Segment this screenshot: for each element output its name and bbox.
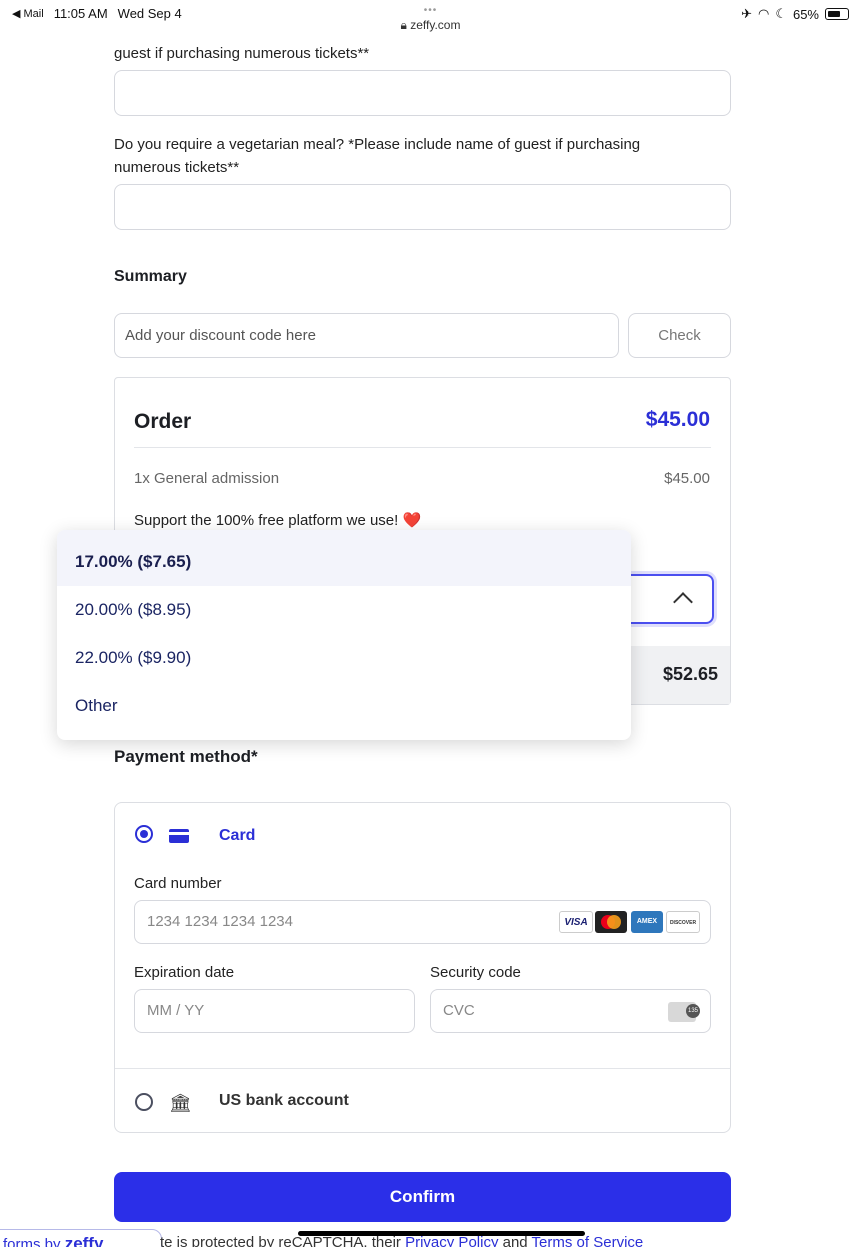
credit-card-icon [169, 829, 189, 843]
bank-option-label[interactable]: US bank account [219, 1092, 349, 1110]
vegetarian-answer-input[interactable] [114, 184, 731, 230]
vegetarian-question-label: Do you require a vegetarian meal? *Pleas… [114, 136, 641, 176]
payment-card: Card Card number 1234 1234 1234 1234 VIS… [114, 802, 731, 1133]
payment-divider [115, 1068, 730, 1069]
tip-option-17[interactable]: 17.00% ($7.65) [57, 530, 631, 586]
cvc-placeholder: CVC [443, 1002, 475, 1019]
mastercard-icon [595, 911, 627, 933]
card-number-input[interactable]: 1234 1234 1234 1234 VISA AMEX DISCOVER [134, 900, 711, 944]
cvc-card-icon [668, 1002, 700, 1022]
tip-option-20[interactable]: 20.00% ($8.95) [57, 586, 631, 634]
chevron-up-icon [673, 592, 693, 612]
card-number-placeholder: 1234 1234 1234 1234 [147, 913, 293, 930]
lock-icon: 🔒︎ [400, 18, 407, 32]
bank-radio[interactable] [135, 1093, 153, 1111]
card-number-label: Card number [134, 875, 222, 892]
home-indicator [298, 1231, 585, 1236]
discover-icon: DISCOVER [666, 911, 700, 933]
bank-icon: 🏛︎ [169, 1093, 192, 1113]
zeffy-logo: zeffy [64, 1234, 104, 1247]
url-text: zeffy.com [410, 18, 461, 32]
line-item-name: 1x General admission [134, 470, 280, 487]
airplane-icon: ✈ [741, 6, 752, 21]
tip-option-22[interactable]: 22.00% ($9.90) [57, 634, 631, 682]
moon-icon: ☾ [775, 6, 787, 21]
payment-method-title: Payment method* [114, 747, 258, 766]
summary-title: Summary [114, 268, 187, 285]
confirm-button[interactable]: Confirm [114, 1172, 731, 1222]
check-discount-button[interactable]: Check [628, 313, 731, 358]
support-label: Support the 100% free platform we use! [134, 512, 399, 529]
order-title: Order [134, 410, 192, 433]
support-platform-text: Support the 100% free platform we use! ❤… [134, 511, 421, 529]
tip-dropdown-menu: 17.00% ($7.65) 20.00% ($8.95) 22.00% ($9… [57, 530, 631, 740]
expiration-input[interactable]: MM / YY [134, 989, 415, 1033]
status-bar: ◀ Mail 11:05 AM Wed Sep 4 ••• 🔒︎ zeffy.c… [0, 0, 861, 46]
visa-icon: VISA [559, 911, 593, 933]
badge-prefix: forms by [3, 1236, 65, 1247]
cvc-input[interactable]: CVC [430, 989, 711, 1033]
order-divider [134, 447, 711, 448]
grand-total-value: $52.65 [662, 664, 718, 684]
status-right: ✈ ◠ ☾ 65% [741, 6, 849, 22]
card-radio[interactable] [135, 825, 153, 843]
address-bar[interactable]: ••• 🔒︎ zeffy.com [0, 4, 861, 32]
card-option-label[interactable]: Card [219, 827, 255, 845]
forms-by-zeffy-badge[interactable]: forms by zeffy [0, 1229, 162, 1247]
wifi-icon: ◠ [757, 6, 770, 21]
discount-code-input[interactable]: Add your discount code here [114, 313, 619, 358]
tip-option-other[interactable]: Other [57, 682, 631, 730]
battery-percent: 65% [792, 6, 819, 22]
order-total: $45.00 [645, 408, 710, 431]
amex-icon: AMEX [631, 911, 663, 933]
security-code-label: Security code [430, 964, 521, 981]
heart-icon: ❤️ [402, 512, 422, 529]
tab-dots-icon[interactable]: ••• [0, 4, 861, 18]
expiration-label: Expiration date [134, 964, 235, 981]
line-item-price: $45.00 [664, 470, 710, 487]
previous-answer-input[interactable] [114, 70, 731, 116]
battery-icon [825, 8, 849, 20]
